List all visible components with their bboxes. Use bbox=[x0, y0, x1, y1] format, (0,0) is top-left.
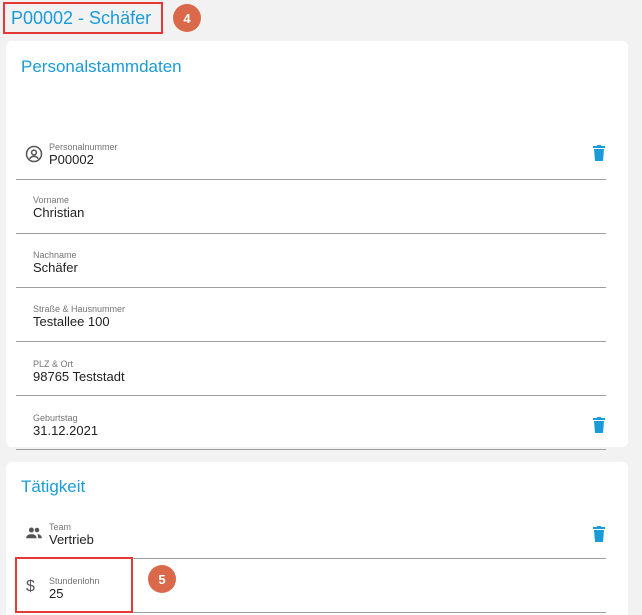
plz-ort-field[interactable]: PLZ & Ort 98765 Teststadt bbox=[16, 342, 606, 396]
people-icon bbox=[26, 527, 42, 539]
personalnummer-field[interactable]: Personalnummer P00002 bbox=[16, 126, 606, 180]
trash-icon[interactable] bbox=[592, 417, 606, 433]
nachname-field[interactable]: Nachname Schäfer bbox=[16, 234, 606, 288]
team-field[interactable]: Team Vertrieb bbox=[16, 505, 606, 559]
plz-ort-value: 98765 Teststadt bbox=[33, 369, 125, 384]
vorname-field[interactable]: Vorname Christian bbox=[16, 180, 606, 234]
nachname-label: Nachname bbox=[33, 250, 77, 260]
step-badge-4: 4 bbox=[173, 4, 201, 32]
vorname-value: Christian bbox=[33, 205, 85, 220]
personal-card-title: Personalstammdaten bbox=[21, 57, 182, 76]
geburtstag-field[interactable]: Geburtstag 31.12.2021 bbox=[16, 396, 606, 450]
page-title: P00002 - Schäfer bbox=[11, 7, 152, 28]
personalnummer-label: Personalnummer bbox=[49, 142, 118, 152]
strasse-label: Straße & Hausnummer bbox=[33, 304, 126, 314]
vorname-label: Vorname bbox=[33, 195, 70, 205]
stundenlohn-highlight bbox=[15, 557, 133, 613]
strasse-value: Testallee 100 bbox=[33, 314, 110, 329]
team-label: Team bbox=[49, 522, 72, 532]
trash-icon[interactable] bbox=[592, 145, 606, 161]
page-title-highlight: P00002 - Schäfer bbox=[3, 2, 163, 34]
personalnummer-value: P00002 bbox=[49, 152, 94, 167]
geburtstag-label: Geburtstag bbox=[33, 413, 78, 423]
nachname-value: Schäfer bbox=[33, 260, 78, 275]
step-badge-5: 5 bbox=[148, 565, 176, 593]
geburtstag-value: 31.12.2021 bbox=[33, 423, 99, 438]
strasse-field[interactable]: Straße & Hausnummer Testallee 100 bbox=[16, 288, 606, 342]
personal-card: Personalstammdaten Personalnummer P00002… bbox=[6, 41, 628, 450]
trash-icon[interactable] bbox=[592, 526, 606, 542]
team-value: Vertrieb bbox=[49, 532, 94, 547]
taetigkeit-card-title: Tätigkeit bbox=[21, 477, 86, 496]
account-circle-icon bbox=[25, 145, 43, 163]
plz-ort-label: PLZ & Ort bbox=[33, 359, 74, 369]
